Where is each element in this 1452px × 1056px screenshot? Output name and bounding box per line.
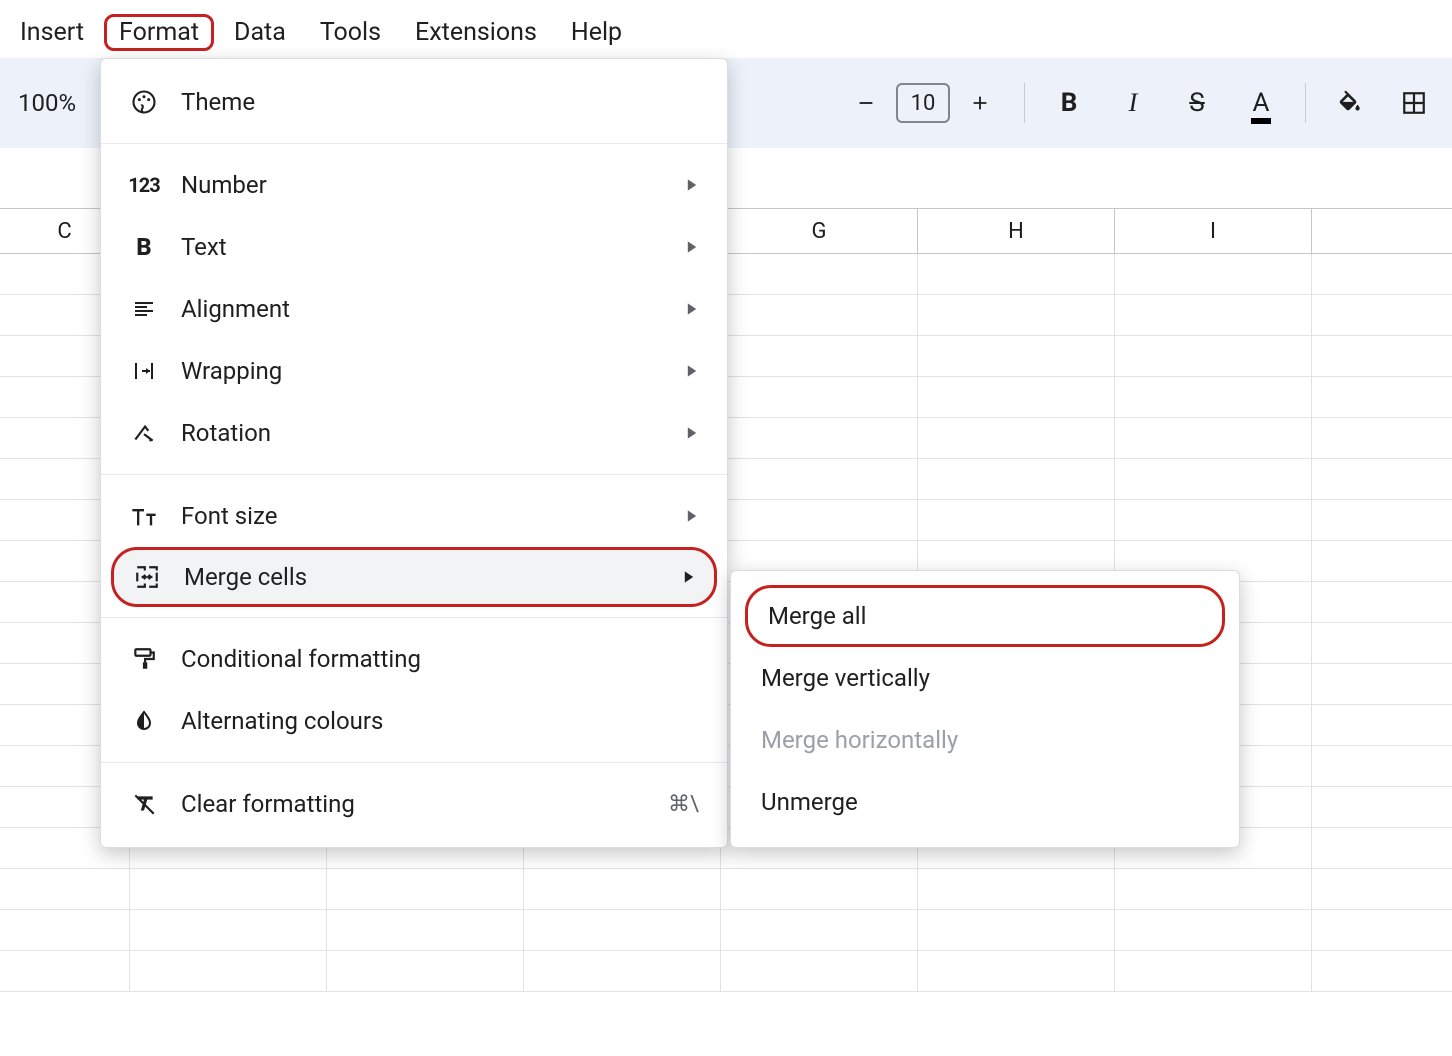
menu-bar: Insert Format Data Tools Extensions Help (0, 8, 642, 56)
unmerge[interactable]: Unmerge (731, 771, 1239, 833)
chevron-right-icon (685, 509, 699, 523)
font-size-value[interactable]: 10 (896, 83, 950, 123)
menu-extensions[interactable]: Extensions (401, 14, 551, 51)
chevron-right-icon (685, 302, 699, 316)
fill-color-button[interactable] (1330, 83, 1370, 123)
clear-format-icon (129, 789, 159, 819)
chevron-right-icon (685, 426, 699, 440)
wrap-icon (129, 356, 159, 386)
chevron-right-icon (682, 570, 696, 584)
menu-item-label: Font size (181, 502, 663, 530)
menu-item-label: Clear formatting (181, 790, 646, 818)
format-menu-alternating-colours[interactable]: Alternating colours (101, 690, 727, 752)
shortcut-label: ⌘\ (668, 792, 699, 817)
format-menu-font-size[interactable]: Font size (101, 485, 727, 547)
droplet-icon (129, 706, 159, 736)
font-size-group: 10 (846, 83, 1000, 123)
format-menu-wrapping[interactable]: Wrapping (101, 340, 727, 402)
column-header[interactable]: H (918, 209, 1115, 253)
font-size-increase[interactable] (960, 83, 1000, 123)
paint-roller-icon (129, 644, 159, 674)
chevron-right-icon (685, 178, 699, 192)
text-color-button[interactable]: A (1241, 83, 1281, 123)
bold-button[interactable]: B (1049, 83, 1089, 123)
format-menu-merge-cells[interactable]: Merge cells (111, 547, 717, 607)
menu-item-label: Theme (181, 88, 699, 116)
merge-vertically[interactable]: Merge vertically (731, 647, 1239, 709)
menu-insert[interactable]: Insert (6, 14, 98, 51)
borders-button[interactable] (1394, 83, 1434, 123)
menu-item-label: Text (181, 233, 663, 261)
format-menu: Theme 123 Number B Text Alignment Wrappi… (100, 58, 728, 848)
rotation-icon (129, 418, 159, 448)
font-size-decrease[interactable] (846, 83, 886, 123)
bold-icon: B (129, 232, 159, 262)
merge-cells-icon (132, 562, 162, 592)
menu-item-label: Rotation (181, 419, 663, 447)
merge-horizontally: Merge horizontally (731, 709, 1239, 771)
menu-item-label: Number (181, 171, 663, 199)
format-menu-clear-formatting[interactable]: Clear formatting ⌘\ (101, 773, 727, 835)
chevron-right-icon (685, 240, 699, 254)
format-menu-number[interactable]: 123 Number (101, 154, 727, 216)
column-header[interactable]: G (721, 209, 918, 253)
menu-item-label: Merge cells (184, 563, 660, 591)
italic-button[interactable]: I (1113, 83, 1153, 123)
menu-item-label: Conditional formatting (181, 645, 699, 673)
align-left-icon (129, 294, 159, 324)
strikethrough-button[interactable]: S (1177, 83, 1217, 123)
menu-data[interactable]: Data (220, 14, 300, 51)
format-menu-text[interactable]: B Text (101, 216, 727, 278)
zoom-level[interactable]: 100% (18, 89, 76, 117)
format-menu-alignment[interactable]: Alignment (101, 278, 727, 340)
font-size-icon (129, 501, 159, 531)
menu-item-label: Alignment (181, 295, 663, 323)
menu-tools[interactable]: Tools (306, 14, 395, 51)
column-header[interactable]: I (1115, 209, 1312, 253)
chevron-right-icon (685, 364, 699, 378)
toolbar-separator (1305, 83, 1306, 123)
menu-help[interactable]: Help (557, 14, 636, 51)
merge-cells-submenu: Merge all Merge vertically Merge horizon… (730, 570, 1240, 848)
format-menu-rotation[interactable]: Rotation (101, 402, 727, 464)
menu-item-label: Alternating colours (181, 707, 699, 735)
format-menu-theme[interactable]: Theme (101, 71, 727, 133)
menu-item-label: Wrapping (181, 357, 663, 385)
menu-format[interactable]: Format (104, 14, 214, 51)
palette-icon (129, 87, 159, 117)
toolbar-separator (1024, 83, 1025, 123)
number-icon: 123 (129, 170, 159, 200)
merge-all[interactable]: Merge all (745, 585, 1225, 647)
format-menu-conditional-formatting[interactable]: Conditional formatting (101, 628, 727, 690)
